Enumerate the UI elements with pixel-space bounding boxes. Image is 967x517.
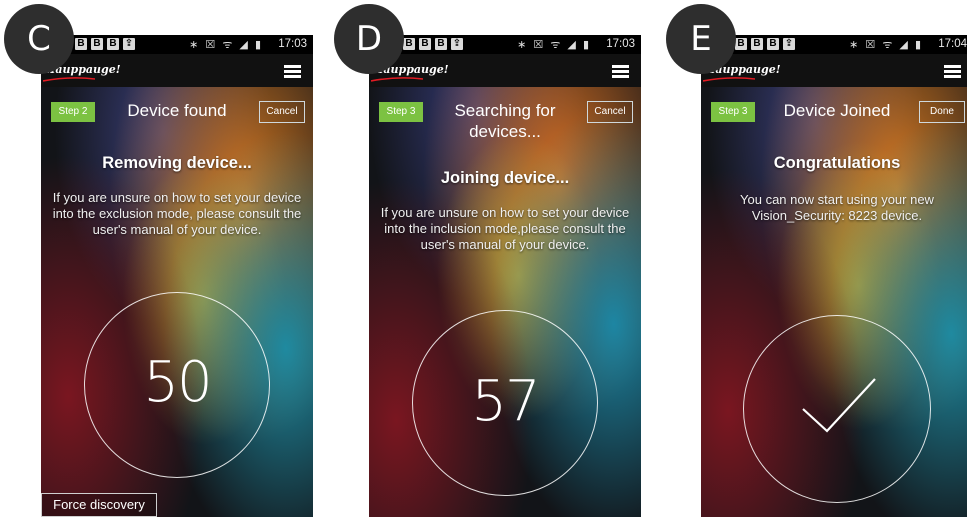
app-bar: Hauppauge! <box>369 54 641 87</box>
notification-b-icon: B <box>91 38 103 50</box>
hamburger-menu-icon[interactable] <box>612 65 629 78</box>
step-badge: Step 3 <box>379 102 423 122</box>
status-bar: B B B ⇪ ∗ ☒ ᯤ ◢ ▮ 17:04 <box>701 35 967 54</box>
step-badge: Step 3 <box>711 102 755 122</box>
step-label-d: D <box>334 4 404 74</box>
system-status-icons: ∗ ☒ ᯤ ◢ ▮ <box>189 39 263 51</box>
app-bar: Hauppauge! <box>701 54 967 87</box>
done-button[interactable]: Done <box>919 101 965 123</box>
cancel-button[interactable]: Cancel <box>259 101 305 123</box>
step-label-c: C <box>4 4 74 74</box>
step-badge: Step 2 <box>51 102 95 122</box>
screen-d: B B B ⇪ ∗ ☒ ᯤ ◢ ▮ 17:03 Hauppauge! Step … <box>369 35 641 517</box>
screen-c: B B B ⇪ ∗ ☒ ᯤ ◢ ▮ 17:03 Hauppauge! Step … <box>41 35 313 517</box>
notification-b-icon: B <box>751 38 763 50</box>
notification-icons: B B B ⇪ <box>403 38 463 50</box>
notification-b-icon: B <box>419 38 431 50</box>
hamburger-menu-icon[interactable] <box>944 65 961 78</box>
message-body: You can now start using your new Vision_… <box>740 192 934 223</box>
cancel-button[interactable]: Cancel <box>587 101 633 123</box>
system-status-icons: ∗ ☒ ᯤ ◢ ▮ <box>849 39 923 51</box>
notification-b-icon: B <box>75 38 87 50</box>
notification-icons: B B B ⇪ <box>75 38 135 50</box>
hamburger-menu-icon[interactable] <box>284 65 301 78</box>
notification-b-icon: B <box>735 38 747 50</box>
message-title: Removing device... <box>102 154 252 172</box>
notification-upload-icon: ⇪ <box>451 38 463 50</box>
message-body: If you are unsure on how to set your dev… <box>52 190 302 237</box>
notification-upload-icon: ⇪ <box>123 38 135 50</box>
screen-title: Searching for devices... <box>454 101 556 141</box>
message-body: If you are unsure on how to set your dev… <box>380 205 630 252</box>
checkmark-icon <box>802 378 876 433</box>
status-bar: B B B ⇪ ∗ ☒ ᯤ ◢ ▮ 17:03 <box>369 35 641 54</box>
notification-icons: B B B ⇪ <box>735 38 795 50</box>
logo-swoosh-icon <box>43 77 95 82</box>
status-time: 17:03 <box>606 38 635 50</box>
notification-b-icon: B <box>403 38 415 50</box>
status-time: 17:04 <box>938 38 967 50</box>
status-time: 17:03 <box>278 38 307 50</box>
logo-swoosh-icon <box>371 77 423 82</box>
screen-e: B B B ⇪ ∗ ☒ ᯤ ◢ ▮ 17:04 Hauppauge! Step … <box>701 35 967 517</box>
message-title: Joining device... <box>440 169 570 187</box>
screen-title: Device found <box>127 101 227 120</box>
notification-b-icon: B <box>767 38 779 50</box>
logo-swoosh-icon <box>703 77 755 82</box>
notification-b-icon: B <box>435 38 447 50</box>
countdown-counter: 50 <box>143 350 212 415</box>
status-bar: B B B ⇪ ∗ ☒ ᯤ ◢ ▮ 17:03 <box>41 35 313 54</box>
countdown-counter: 57 <box>471 369 540 434</box>
system-status-icons: ∗ ☒ ᯤ ◢ ▮ <box>517 39 591 51</box>
notification-b-icon: B <box>107 38 119 50</box>
app-bar: Hauppauge! <box>41 54 313 87</box>
screen-title: Device Joined <box>783 101 891 120</box>
notification-upload-icon: ⇪ <box>783 38 795 50</box>
force-discovery-button[interactable]: Force discovery <box>41 493 157 517</box>
step-label-e: E <box>666 4 736 74</box>
message-title: Congratulations <box>773 154 901 172</box>
